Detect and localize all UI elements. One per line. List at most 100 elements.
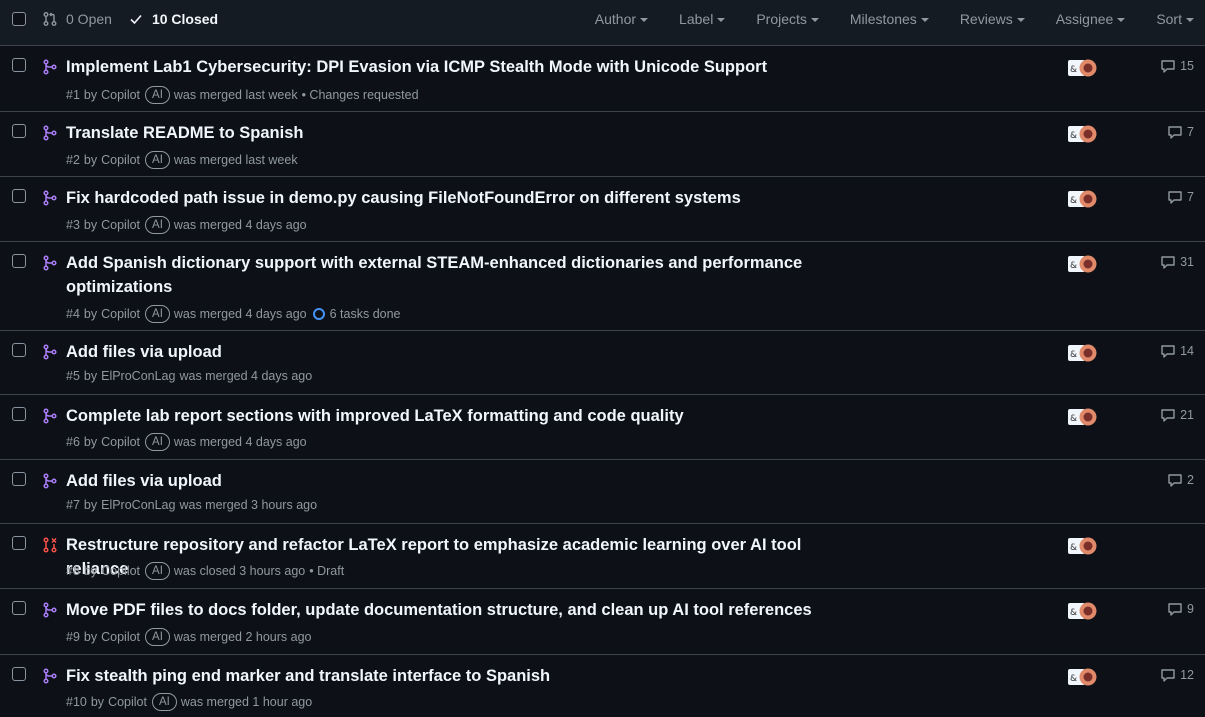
filter-label: Assignee <box>1055 11 1114 27</box>
author-link[interactable]: Copilot <box>108 695 147 709</box>
avatar-icon[interactable]: & <box>1068 58 1098 78</box>
pr-title-link[interactable]: Move PDF files to docs folder, update do… <box>66 598 866 622</box>
avatar-icon[interactable]: & <box>1068 601 1098 621</box>
author-link[interactable]: ElProConLag <box>101 369 175 383</box>
author-link[interactable]: ElProConLag <box>101 498 175 512</box>
by-label: by <box>83 564 98 578</box>
status-text: was merged 2 hours ago <box>173 630 312 644</box>
status-text: was merged 4 days ago <box>179 369 313 383</box>
ai-badge: AI <box>145 216 170 234</box>
status-text: was merged 4 days ago <box>173 307 307 321</box>
author-link[interactable]: Copilot <box>101 153 140 167</box>
filter-label: Projects <box>756 11 807 27</box>
comments-link[interactable]: 7 <box>1167 124 1194 140</box>
svg-text:&: & <box>1070 674 1077 684</box>
pr-title-link[interactable]: Add Spanish dictionary support with exte… <box>66 251 826 299</box>
comment-icon <box>1161 256 1175 269</box>
caret-down-icon <box>1016 18 1025 22</box>
comments-link[interactable]: 2 <box>1167 472 1194 488</box>
comment-count: 2 <box>1187 473 1194 487</box>
pr-row: Fix hardcoded path issue in demo.py caus… <box>0 177 1205 242</box>
pr-title-link[interactable]: Translate README to Spanish <box>66 121 866 145</box>
ai-badge: AI <box>145 433 170 451</box>
pr-title-link[interactable]: Implement Lab1 Cybersecurity: DPI Evasio… <box>66 55 866 79</box>
open-filter[interactable]: 0 Open <box>42 11 112 27</box>
row-checkbox[interactable] <box>12 407 26 421</box>
author-link[interactable]: Copilot <box>101 435 140 449</box>
milestones-filter[interactable]: Milestones <box>850 11 929 27</box>
closed-filter[interactable]: 10 Closed <box>128 11 218 27</box>
comments-link[interactable]: 31 <box>1160 254 1194 270</box>
status-text: was merged last week <box>173 88 298 102</box>
row-checkbox[interactable] <box>12 536 26 550</box>
author-link[interactable]: Copilot <box>101 564 140 578</box>
pr-number: #9 <box>66 630 80 644</box>
row-checkbox[interactable] <box>12 189 26 203</box>
tasks-done[interactable]: 6 tasks done <box>330 307 401 321</box>
avatar-icon[interactable]: & <box>1068 189 1098 209</box>
caret-down-icon <box>1186 18 1194 22</box>
author-link[interactable]: Copilot <box>101 307 140 321</box>
status-text: was merged 4 days ago <box>173 218 307 232</box>
pr-row: Restructure repository and refactor LaTe… <box>0 524 1205 589</box>
comments-link[interactable]: 7 <box>1167 189 1194 205</box>
svg-text:&: & <box>1070 261 1077 271</box>
comment-count: 9 <box>1187 602 1194 616</box>
closed-count: 10 Closed <box>151 11 219 27</box>
row-checkbox[interactable] <box>12 343 26 357</box>
by-label: by <box>83 435 98 449</box>
avatar-icon[interactable]: & <box>1068 407 1098 427</box>
check-icon <box>130 14 142 25</box>
comments-link[interactable]: 15 <box>1160 58 1194 74</box>
pr-title-link[interactable]: Fix stealth ping end marker and translat… <box>66 664 866 688</box>
author-link[interactable]: Copilot <box>101 218 140 232</box>
ai-badge: AI <box>145 562 170 580</box>
filter-label: Milestones <box>849 11 917 27</box>
author-link[interactable]: Copilot <box>101 630 140 644</box>
svg-text:&: & <box>1070 543 1077 553</box>
avatar-icon[interactable]: & <box>1068 536 1098 556</box>
reviews-filter[interactable]: Reviews <box>960 11 1025 27</box>
comment-icon <box>1168 191 1182 204</box>
ai-badge: AI <box>145 628 170 646</box>
row-checkbox[interactable] <box>12 667 26 681</box>
comments-link[interactable]: 12 <box>1160 667 1194 683</box>
merged-icon <box>43 408 57 424</box>
row-checkbox[interactable] <box>12 601 26 615</box>
pr-title-link[interactable]: Fix hardcoded path issue in demo.py caus… <box>66 186 866 210</box>
author-link[interactable]: Copilot <box>101 88 140 102</box>
comment-count: 12 <box>1180 668 1194 682</box>
by-label: by <box>83 498 98 512</box>
caret-down-icon <box>717 18 726 22</box>
merged-icon <box>43 473 57 489</box>
merged-icon <box>43 125 57 141</box>
comments-link[interactable]: 14 <box>1160 343 1194 359</box>
comments-link[interactable]: 21 <box>1160 407 1194 423</box>
pr-title-link[interactable]: Complete lab report sections with improv… <box>66 404 866 428</box>
pr-number: #1 <box>66 88 80 102</box>
merged-icon <box>43 602 57 618</box>
row-checkbox[interactable] <box>12 124 26 138</box>
projects-filter[interactable]: Projects <box>756 11 819 27</box>
filter-label: Author <box>594 11 637 27</box>
avatar-icon[interactable]: & <box>1068 343 1098 363</box>
ai-badge: AI <box>145 86 170 104</box>
avatar-icon[interactable]: & <box>1068 254 1098 274</box>
assignee-filter[interactable]: Assignee <box>1056 11 1126 27</box>
row-checkbox[interactable] <box>12 254 26 268</box>
avatar-icon[interactable]: & <box>1068 667 1098 687</box>
row-checkbox[interactable] <box>12 472 26 486</box>
pr-title-link[interactable]: Add files via upload <box>66 340 866 364</box>
label-filter[interactable]: Label <box>679 11 726 27</box>
select-all-checkbox[interactable] <box>12 12 26 26</box>
author-filter[interactable]: Author <box>594 11 649 27</box>
comments-link[interactable]: 9 <box>1167 601 1194 617</box>
comment-icon <box>1168 474 1182 487</box>
svg-text:&: & <box>1070 196 1077 206</box>
status-text: was merged 4 days ago <box>173 435 307 449</box>
pr-meta: #7 by ElProConLag was merged 3 hours ago <box>66 498 321 512</box>
row-checkbox[interactable] <box>12 58 26 72</box>
pr-title-link[interactable]: Add files via upload <box>66 469 866 493</box>
sort-filter[interactable]: Sort <box>1156 11 1194 27</box>
avatar-icon[interactable]: & <box>1068 124 1098 144</box>
